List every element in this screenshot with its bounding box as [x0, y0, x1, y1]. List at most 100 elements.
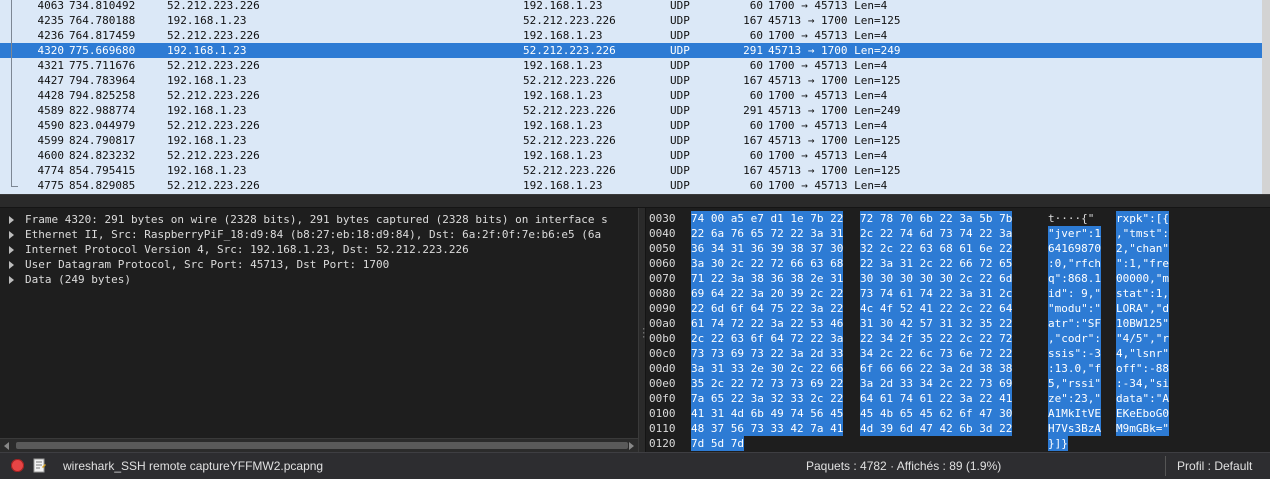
packet-destination: 52.212.223.226 — [523, 164, 616, 177]
packet-row[interactable]: 4599 824.790817 192.168.1.23 52.212.223.226… — [0, 133, 1262, 148]
packet-source: 192.168.1.23 — [167, 74, 247, 87]
packet-time: 822.988774 — [69, 104, 136, 117]
packet-details-tree[interactable]: Frame 4320: 291 bytes on wire (2328 bits… — [0, 208, 638, 438]
scrollbar-thumb[interactable] — [16, 442, 628, 449]
packet-source: 52.212.223.226 — [167, 89, 260, 102]
packet-row[interactable]: 4063 734.810492 52.212.223.226 192.168.1.23… — [0, 0, 1262, 13]
packet-length: 167 — [743, 74, 763, 87]
hex-bytes: 22 3a 31 2c 22 66 72 65 — [860, 256, 1013, 271]
ascii-bytes: LORA","d — [1116, 301, 1169, 316]
ascii-bytes: "modu":" — [1048, 301, 1101, 316]
ascii-bytes: }]} — [1048, 436, 1068, 451]
packet-row[interactable]: 4427 794.783964 192.168.1.23 52.212.223.226… — [0, 73, 1262, 88]
packet-number: 4590 — [37, 119, 65, 132]
ascii-bytes: 10BW125" — [1116, 316, 1169, 331]
expand-arrow-icon[interactable] — [9, 276, 14, 284]
hex-bytes: 22 6d 6f 64 75 22 3a 22 — [691, 301, 844, 316]
packet-info: 1700 → 45713 Len=4 — [768, 89, 888, 102]
packet-row[interactable]: 4321 775.711676 52.212.223.226 192.168.1.23… — [0, 58, 1262, 73]
scroll-left-icon[interactable] — [4, 442, 9, 450]
ascii-bytes: t····{" — [1048, 212, 1095, 225]
hex-offset: 00a0 — [649, 317, 676, 330]
packet-row[interactable]: 4775 854.829085 52.212.223.226 192.168.1.23… — [0, 178, 1262, 193]
hex-bytes: 4d 39 6d 47 42 6b 3d 22 — [860, 421, 1013, 436]
packet-time: 824.823232 — [69, 149, 136, 162]
packet-time: 823.044979 — [69, 119, 136, 132]
hex-bytes: 71 22 3a 38 36 38 2e 31 — [691, 271, 844, 286]
ascii-bytes: off":-88 — [1116, 361, 1169, 376]
ascii-bytes: :-34,"si — [1116, 376, 1169, 391]
hex-bytes: 31 30 42 57 31 32 35 22 — [860, 316, 1013, 331]
packet-length: 167 — [743, 134, 763, 147]
expand-arrow-icon[interactable] — [9, 246, 14, 254]
hex-offset: 0090 — [649, 302, 676, 315]
packet-protocol: UDP — [670, 59, 690, 72]
hex-offset: 0060 — [649, 257, 676, 270]
hex-bytes: 73 73 69 73 22 3a 2d 33 — [691, 346, 844, 361]
hex-bytes: 73 74 61 74 22 3a 31 2c — [860, 286, 1013, 301]
scroll-right-icon[interactable] — [629, 442, 634, 450]
packet-destination: 52.212.223.226 — [523, 14, 616, 27]
packet-list[interactable]: 4775 854.829085 52.212.223.226 192.168.1.23… — [0, 0, 1270, 194]
packet-destination: 192.168.1.23 — [523, 29, 603, 42]
packet-row[interactable]: 4235 764.780188 192.168.1.23 52.212.223.226… — [0, 13, 1262, 28]
packet-row[interactable]: 4236 764.817459 52.212.223.226 192.168.1.23… — [0, 28, 1262, 43]
packet-number: 4775 — [37, 179, 65, 192]
packet-protocol: UDP — [670, 104, 690, 117]
packet-protocol: UDP — [670, 149, 690, 162]
packet-destination: 52.212.223.226 — [523, 44, 616, 57]
capture-status-icon[interactable] — [11, 459, 24, 472]
packet-row[interactable]: 4590 823.044979 52.212.223.226 192.168.1.23… — [0, 118, 1262, 133]
hex-offset: 0040 — [649, 227, 676, 240]
packet-length: 167 — [743, 14, 763, 27]
hex-bytes: 45 4b 65 45 62 6f 47 30 — [860, 406, 1013, 421]
capture-comment-icon[interactable] — [33, 458, 46, 473]
packet-number: 4063 — [37, 0, 65, 12]
packet-info: 1700 → 45713 Len=4 — [768, 179, 888, 192]
packet-source: 52.212.223.226 — [167, 59, 260, 72]
hex-bytes: 4c 4f 52 41 22 2c 22 64 — [860, 301, 1013, 316]
pane-splitter-vertical[interactable]: · · · — [638, 208, 646, 452]
packet-destination: 192.168.1.23 — [523, 89, 603, 102]
pane-splitter-horizontal[interactable] — [0, 194, 1270, 208]
detail-tree-label: Internet Protocol Version 4, Src: 192.16… — [25, 243, 469, 256]
ascii-bytes: id": 9," — [1048, 286, 1101, 301]
conversation-tree-end — [11, 186, 18, 187]
hex-bytes: 22 34 2f 35 22 2c 22 72 — [860, 331, 1013, 346]
hex-bytes: 2c 22 74 6d 73 74 22 3a — [860, 226, 1013, 241]
packet-info: 1700 → 45713 Len=4 — [768, 29, 888, 42]
hex-bytes: 35 2c 22 72 73 73 69 22 — [691, 376, 844, 391]
profile-status[interactable]: Profil : Default — [1177, 459, 1252, 473]
packet-row[interactable]: 4320 775.669680 192.168.1.23 52.212.223.226… — [0, 43, 1262, 58]
packet-bytes-pane[interactable]: 0030 74 00 a5 e7 d1 1e 7b 22 72 78 70 6b 2… — [646, 208, 1270, 452]
ascii-bytes: 00000,"m — [1116, 271, 1169, 286]
packet-row[interactable]: 4589 822.988774 192.168.1.23 52.212.223.226… — [0, 103, 1262, 118]
expand-arrow-icon[interactable] — [9, 261, 14, 269]
packet-list-scrollbar[interactable] — [1262, 0, 1270, 194]
expand-arrow-icon[interactable] — [9, 216, 14, 224]
packet-time: 824.790817 — [69, 134, 136, 147]
packet-source: 192.168.1.23 — [167, 164, 247, 177]
ascii-bytes: 4,"lsnr" — [1116, 346, 1169, 361]
packet-info: 45713 → 1700 Len=125 — [768, 164, 901, 177]
details-horizontal-scrollbar[interactable] — [0, 438, 638, 452]
packet-row[interactable]: 4428 794.825258 52.212.223.226 192.168.1.23… — [0, 88, 1262, 103]
packet-time: 764.780188 — [69, 14, 136, 27]
hex-bytes: 3a 2d 33 34 2c 22 73 69 — [860, 376, 1013, 391]
packet-row[interactable]: 4774 854.795415 192.168.1.23 52.212.223.226… — [0, 163, 1262, 178]
packet-length: 60 — [749, 119, 763, 132]
hex-offset: 00f0 — [649, 392, 676, 405]
packet-destination: 52.212.223.226 — [523, 74, 616, 87]
expand-arrow-icon[interactable] — [9, 231, 14, 239]
capture-file-name: wireshark_SSH remote captureYFFMW2.pcapn… — [63, 459, 324, 473]
packet-time: 734.810492 — [69, 0, 136, 12]
hex-bytes: 3a 31 33 2e 30 2c 22 66 — [691, 361, 844, 376]
hex-offset: 0050 — [649, 242, 676, 255]
packet-info: 1700 → 45713 Len=4 — [768, 0, 888, 12]
packet-source: 52.212.223.226 — [167, 0, 260, 12]
ascii-bytes: EKeEboG0 — [1116, 406, 1169, 421]
packet-protocol: UDP — [670, 179, 690, 192]
packet-number: 4600 — [37, 149, 65, 162]
detail-tree-label: Ethernet II, Src: RaspberryPiF_18:d9:84 … — [25, 228, 602, 241]
packet-row[interactable]: 4600 824.823232 52.212.223.226 192.168.1.23… — [0, 148, 1262, 163]
